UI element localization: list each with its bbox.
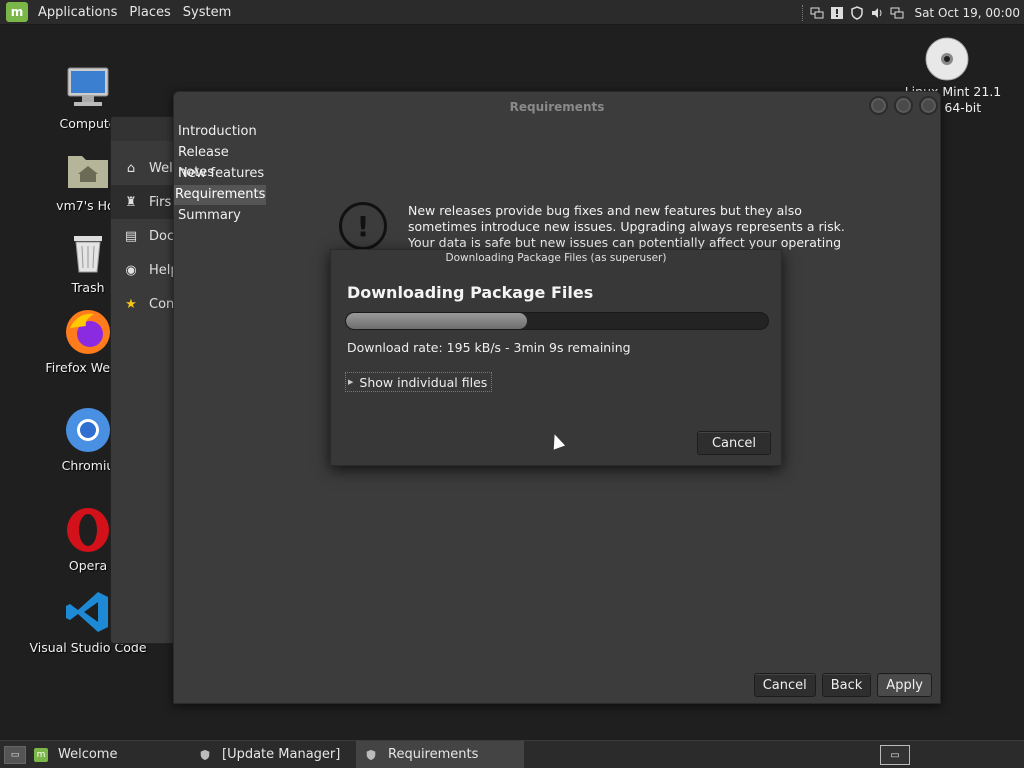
dialog-heading: Downloading Package Files xyxy=(347,283,594,302)
trash-icon xyxy=(64,228,112,276)
sidebar-item-new-features[interactable]: New features xyxy=(174,164,266,184)
star-icon: ★ xyxy=(125,296,137,312)
firefox-icon xyxy=(64,308,112,356)
disc-icon[interactable] xyxy=(924,36,970,82)
task-label: Welcome xyxy=(58,747,118,762)
download-progress-bar xyxy=(345,312,769,330)
task-requirements[interactable]: Requirements xyxy=(356,740,524,768)
minimize-button[interactable] xyxy=(869,96,888,115)
sidebar-item-summary[interactable]: Summary xyxy=(174,206,266,226)
shield-icon xyxy=(198,748,212,762)
download-rate: Download rate: 195 kB/s - 3min 9s remain… xyxy=(347,340,631,355)
back-button[interactable]: Back xyxy=(821,673,872,697)
vscode-icon xyxy=(64,588,112,636)
network-icon[interactable] xyxy=(810,6,824,20)
requirements-sidebar: Introduction Release notes New features … xyxy=(174,122,266,227)
help-icon: ◉ xyxy=(125,262,137,278)
volume-icon[interactable] xyxy=(870,6,884,20)
chromium-icon xyxy=(64,406,112,454)
alert-icon[interactable] xyxy=(830,6,844,20)
shield-icon[interactable] xyxy=(850,5,864,20)
task-update-manager[interactable]: [Update Manager] xyxy=(190,741,356,768)
tray-separator xyxy=(802,4,804,21)
sidebar-item-release-notes[interactable]: Release notes xyxy=(174,143,266,180)
window-title[interactable]: Requirements xyxy=(174,92,940,122)
computer-icon xyxy=(64,64,112,112)
mint-menu-icon[interactable]: m xyxy=(6,2,28,22)
show-desktop-icon[interactable]: ▭ xyxy=(4,745,26,764)
network-status-icon[interactable] xyxy=(890,6,904,20)
welcome-nav-label: Doc xyxy=(149,228,175,244)
show-files-expander[interactable]: ▶ Show individual files xyxy=(345,372,493,392)
task-welcome[interactable]: m Welcome xyxy=(26,741,190,768)
expander-label: Show individual files xyxy=(359,374,488,390)
document-icon: ▤ xyxy=(124,228,138,244)
cancel-button[interactable]: Cancel xyxy=(753,673,816,697)
close-button[interactable] xyxy=(919,96,938,115)
dialog-title[interactable]: Downloading Package Files (as superuser) xyxy=(331,250,781,267)
progress-fill xyxy=(346,313,528,329)
taskbar: ▭ m Welcome [Update Manager] Requirement… xyxy=(0,740,1024,768)
window-controls xyxy=(869,96,938,115)
sidebar-item-requirements[interactable]: Requirements xyxy=(174,185,266,205)
home-icon: ⌂ xyxy=(126,160,136,176)
dialog-cancel-button[interactable]: Cancel xyxy=(697,431,771,455)
task-label: [Update Manager] xyxy=(222,747,341,762)
top-panel: m Applications Places System Sat Oct 19,… xyxy=(0,0,1024,25)
system-menu[interactable]: System xyxy=(179,5,239,20)
shield-icon xyxy=(364,748,378,762)
applications-menu[interactable]: Applications xyxy=(34,5,125,20)
warning-icon: ! xyxy=(339,202,387,250)
clock[interactable]: Sat Oct 19, 00:00 xyxy=(914,6,1020,20)
opera-icon xyxy=(64,506,112,554)
mint-icon: m xyxy=(34,747,48,762)
maximize-button[interactable] xyxy=(894,96,913,115)
sidebar-item-introduction[interactable]: Introduction xyxy=(174,122,266,142)
first-steps-icon: ♜ xyxy=(125,194,137,210)
expander-arrow-icon: ▶ xyxy=(348,378,354,386)
requirements-buttons: Cancel Back Apply xyxy=(753,673,932,697)
task-label: Requirements xyxy=(388,747,479,762)
apply-button[interactable]: Apply xyxy=(877,673,932,697)
places-menu[interactable]: Places xyxy=(125,5,178,20)
system-tray: Sat Oct 19, 00:00 xyxy=(802,0,1020,25)
welcome-nav-label: Firs xyxy=(149,194,172,210)
workspace-switcher-icon[interactable]: ▭ xyxy=(880,745,910,765)
welcome-nav-label: Wel xyxy=(149,160,173,176)
home-folder-icon xyxy=(64,146,112,194)
welcome-nav-label: Con xyxy=(149,296,175,312)
